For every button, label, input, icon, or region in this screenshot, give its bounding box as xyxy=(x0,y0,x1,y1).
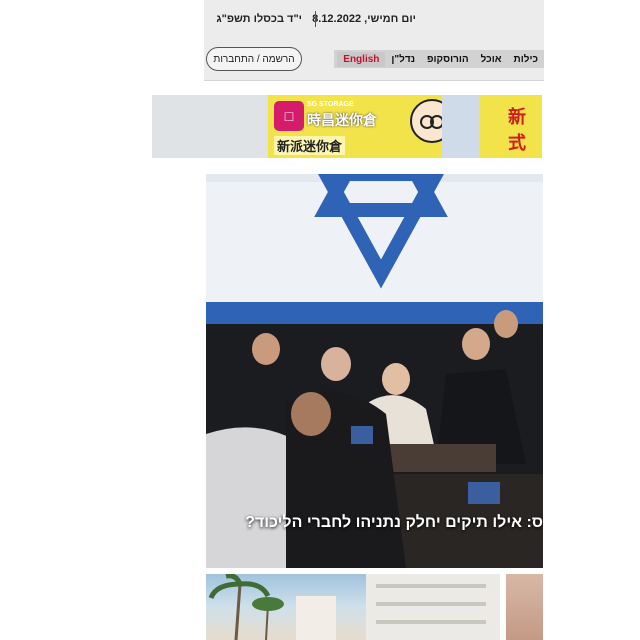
article-thumbnail-buildings[interactable] xyxy=(206,574,500,640)
article-thumbnail-side[interactable] xyxy=(506,574,543,640)
ad-banner[interactable]: □ SG STORAGE 時昌迷你倉 新派迷你倉 新式 xyxy=(152,95,542,158)
top-nav: כילות אוכל הורוסקופ נדל"ן English xyxy=(334,50,544,68)
hero-article[interactable]: ס: אילו תיקים יחלק נתניהו לחברי הליכוד? xyxy=(206,174,543,568)
site-header: יום חמישי, 8.12.2022 י"ד בכסלו תשפ"ג כיל… xyxy=(204,0,544,81)
ad-slogan: 新派迷你倉 xyxy=(274,136,346,155)
ad-photo-strip xyxy=(442,95,480,158)
ad-logo-icon: □ xyxy=(274,101,304,131)
thumbnail-photo xyxy=(208,574,500,640)
ad-side-text: 新式 xyxy=(508,107,526,153)
ad-brand-english: SG STORAGE xyxy=(307,101,354,108)
gregorian-date: יום חמישי, 8.12.2022 xyxy=(312,13,416,25)
hero-photo xyxy=(206,174,543,568)
nav-item-kilot[interactable]: כילות xyxy=(508,54,544,65)
hero-headline[interactable]: ס: אילו תיקים יחלק נתניהו לחברי הליכוד? xyxy=(206,514,543,532)
nav-item-horoscope[interactable]: הורוסקופ xyxy=(421,54,475,65)
login-register-button[interactable]: הרשמה / התחברות xyxy=(206,47,302,71)
nav-item-food[interactable]: אוכל xyxy=(475,54,508,65)
nav-item-real-estate[interactable]: נדל"ן xyxy=(385,54,421,65)
date-row: יום חמישי, 8.12.2022 י"ד בכסלו תשפ"ג xyxy=(204,8,544,30)
hebrew-date: י"ד בכסלו תשפ"ג xyxy=(216,13,302,25)
nav-item-english[interactable]: English xyxy=(337,51,386,67)
ad-brand-name: 時昌迷你倉 xyxy=(307,112,377,128)
date-separator xyxy=(315,11,316,27)
